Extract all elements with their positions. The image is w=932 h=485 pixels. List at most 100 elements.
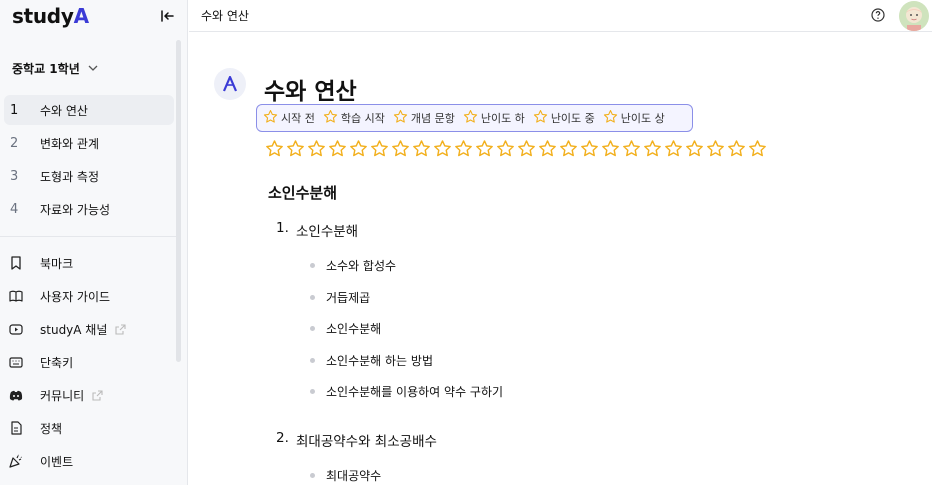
tag-difficulty-high[interactable]: 난이도 상: [603, 107, 665, 129]
star-icon: [603, 109, 618, 128]
collapse-left-icon: [161, 10, 174, 22]
status-tag-bar: 시작 전 학습 시작 개념 문항 난이도 하 난이도 중 난이도 상: [256, 104, 693, 132]
page-title: 수와 연산: [264, 79, 357, 105]
star-icon[interactable]: [474, 138, 495, 158]
link-community[interactable]: 커뮤니티: [8, 384, 103, 406]
star-icon[interactable]: [411, 138, 432, 158]
link-label: 커뮤니티: [40, 388, 85, 403]
tag-learning-started[interactable]: 학습 시작: [323, 107, 385, 129]
list-item[interactable]: 소인수분해를 이용하여 약수 구하기: [310, 383, 503, 400]
grade-select[interactable]: 중학교 1학년: [12, 58, 98, 78]
list-item-text: 소인수분해 하는 방법: [326, 354, 433, 368]
user-avatar[interactable]: [899, 1, 929, 31]
chapter-item-1[interactable]: 1 수와 연산: [4, 95, 174, 125]
tag-label: 난이도 하: [480, 112, 525, 125]
bullet-dot: [310, 473, 315, 478]
grade-label: 중학교 1학년: [12, 61, 80, 76]
subject-logo: [214, 68, 246, 100]
list-item-text: 소수와 합성수: [326, 259, 397, 273]
star-icon[interactable]: [642, 138, 663, 158]
link-label: studyA 채널: [40, 322, 108, 337]
star-icon[interactable]: [621, 138, 642, 158]
star-icon[interactable]: [327, 138, 348, 158]
studya-logo-icon: [222, 76, 238, 92]
link-youtube-channel[interactable]: studyA 채널: [8, 318, 126, 340]
outline-number: 1.: [276, 220, 289, 236]
link-policy[interactable]: 정책: [8, 417, 62, 439]
star-icon[interactable]: [726, 138, 747, 158]
chapter-label: 자료와 가능성: [40, 202, 111, 217]
star-icon[interactable]: [390, 138, 411, 158]
tag-not-started[interactable]: 시작 전: [263, 107, 315, 129]
bookmark-icon: [8, 255, 24, 271]
bullet-dot: [310, 263, 315, 268]
star-icon[interactable]: [663, 138, 684, 158]
tag-difficulty-low[interactable]: 난이도 하: [463, 107, 525, 129]
star-icon[interactable]: [264, 138, 285, 158]
chapter-num: 2: [10, 135, 19, 151]
link-user-guide[interactable]: 사용자 가이드: [8, 285, 110, 307]
link-label: 이벤트: [40, 454, 74, 469]
tag-label: 시작 전: [281, 112, 315, 125]
outline-title: 소인수분해: [296, 224, 359, 240]
chapter-label: 변화와 관계: [40, 136, 100, 151]
star-icon: [323, 109, 338, 128]
list-item-text: 소인수분해를 이용하여 약수 구하기: [326, 385, 504, 399]
star-icon[interactable]: [705, 138, 726, 158]
star-icon[interactable]: [516, 138, 537, 158]
link-shortcuts[interactable]: 단축키: [8, 351, 73, 373]
star-icon[interactable]: [432, 138, 453, 158]
keyboard-icon: [8, 354, 24, 370]
star-icon[interactable]: [684, 138, 705, 158]
avatar-image: [899, 1, 929, 31]
star-icon: [463, 109, 478, 128]
outline-item-2[interactable]: 2. 최대공약수와 최소공배수: [276, 430, 437, 450]
outline-item-1[interactable]: 1. 소인수분해: [276, 220, 358, 240]
bullet-dot: [310, 295, 315, 300]
help-icon: [871, 8, 885, 22]
chapter-item-4[interactable]: 4 자료와 가능성: [4, 194, 174, 224]
collapse-sidebar-button[interactable]: [158, 6, 178, 26]
sidebar-scrollbar[interactable]: [176, 40, 181, 362]
link-label: 북마크: [40, 256, 74, 271]
star-icon[interactable]: [306, 138, 327, 158]
star-icon[interactable]: [558, 138, 579, 158]
link-event[interactable]: 이벤트: [8, 450, 73, 472]
star-icon[interactable]: [369, 138, 390, 158]
outline-title: 최대공약수와 최소공배수: [296, 434, 437, 450]
party-popper-icon: [8, 453, 24, 469]
chapter-num: 3: [10, 168, 19, 184]
chapter-label: 수와 연산: [40, 103, 88, 118]
chapter-item-3[interactable]: 3 도형과 측정: [4, 161, 174, 191]
help-button[interactable]: [871, 7, 887, 23]
tag-difficulty-mid[interactable]: 난이도 중: [533, 107, 595, 129]
tag-label: 개념 문항: [410, 112, 455, 125]
external-link-icon: [115, 323, 126, 335]
list-item[interactable]: 최대공약수: [310, 467, 381, 484]
tag-concept-question[interactable]: 개념 문항: [393, 107, 455, 129]
breadcrumb-title: 수와 연산: [201, 9, 249, 23]
star-icon[interactable]: [537, 138, 558, 158]
star-icon[interactable]: [600, 138, 621, 158]
list-item[interactable]: 소인수분해: [310, 320, 381, 337]
link-bookmark[interactable]: 북마크: [8, 252, 73, 274]
list-item[interactable]: 소수와 합성수: [310, 257, 396, 274]
star-icon[interactable]: [495, 138, 516, 158]
bullet-dot: [310, 358, 315, 363]
star-icon[interactable]: [348, 138, 369, 158]
list-item-text: 거듭제곱: [326, 291, 371, 305]
chapter-item-2[interactable]: 2 변화와 관계: [4, 128, 174, 158]
bullet-dot: [310, 326, 315, 331]
star-icon: [393, 109, 408, 128]
brand-logo[interactable]: study A: [12, 3, 89, 29]
star-icon[interactable]: [285, 138, 306, 158]
brand-text: study: [12, 4, 74, 28]
star-icon[interactable]: [747, 138, 768, 158]
star-icon[interactable]: [453, 138, 474, 158]
list-item[interactable]: 거듭제곱: [310, 289, 370, 306]
link-label: 정책: [40, 421, 63, 436]
bullet-dot: [310, 389, 315, 394]
outline-number: 2.: [276, 430, 289, 446]
star-icon[interactable]: [579, 138, 600, 158]
list-item[interactable]: 소인수분해 하는 방법: [310, 352, 433, 369]
